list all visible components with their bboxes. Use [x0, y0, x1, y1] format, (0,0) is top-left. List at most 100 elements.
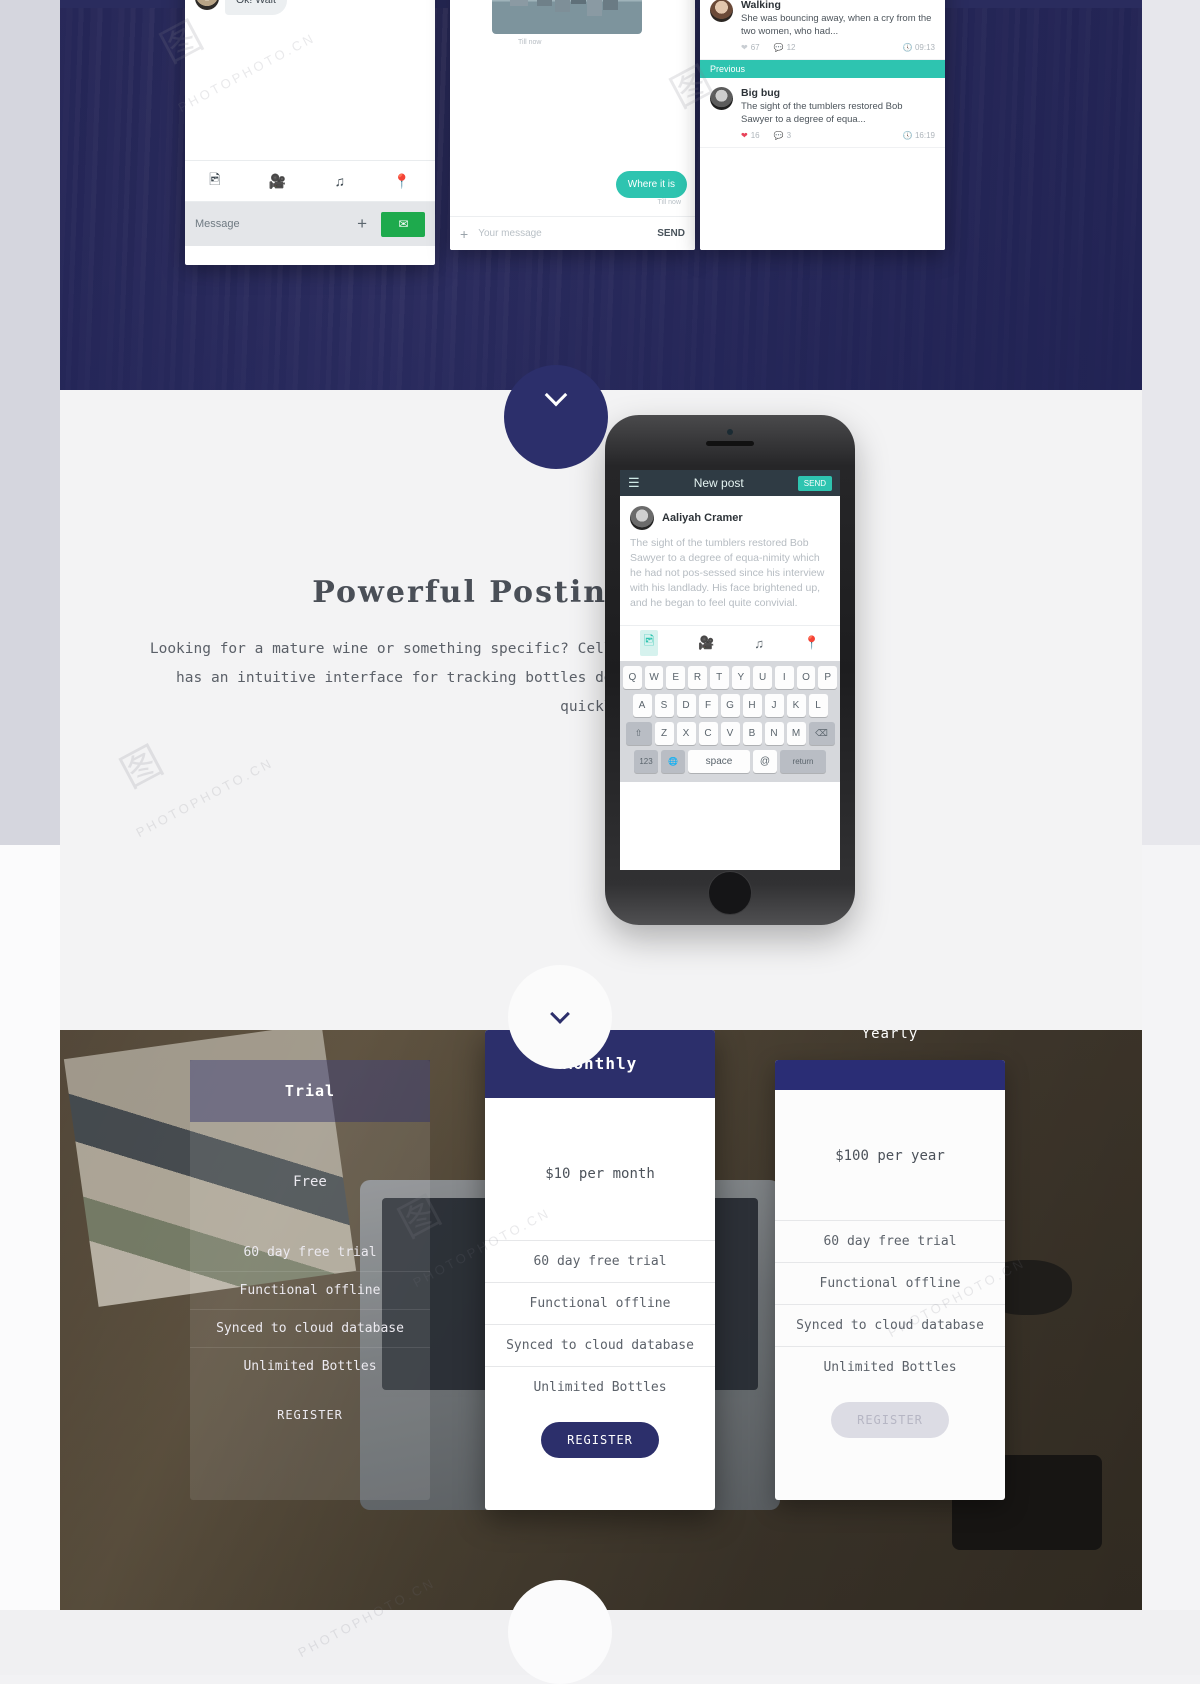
key-t[interactable]: T — [709, 665, 729, 689]
return-key[interactable]: return — [780, 749, 826, 773]
key-p[interactable]: P — [818, 665, 838, 689]
hamburger-icon[interactable]: ☰ — [628, 475, 640, 491]
scroll-down-button-hero[interactable] — [504, 365, 608, 469]
scroll-down-button-footer[interactable] — [508, 1580, 612, 1684]
register-button-trial[interactable]: REGISTER — [251, 1397, 369, 1433]
chat-middle-read-stamp-bottom: Till now — [657, 199, 681, 206]
keyboard-row-1: Q W E R T Y U I O P — [622, 665, 838, 689]
hero-section: Awesome! Tell me more! 10 sec ago Ok! Wa… — [60, 0, 1142, 390]
key-x[interactable]: X — [676, 721, 696, 745]
key-c[interactable]: C — [698, 721, 718, 745]
pricing-cards: Trial Free 60 day free trial Functional … — [60, 1030, 1142, 1610]
key-g[interactable]: G — [720, 693, 740, 717]
location-icon[interactable]: 📍 — [393, 173, 410, 190]
key-l[interactable]: L — [808, 693, 828, 717]
plan-feature-list: 60 day free trial Functional offline Syn… — [485, 1240, 715, 1408]
plan-feature: Unlimited Bottles — [533, 1380, 667, 1395]
image-icon[interactable]: 🖻 — [209, 169, 220, 193]
feed-item-title: Walking — [741, 0, 781, 12]
feed-list: Story of my success And she went on plan… — [700, 0, 945, 250]
add-attachment-button[interactable]: + — [460, 226, 468, 242]
backspace-icon[interactable]: ⌫ — [808, 721, 835, 745]
shift-icon[interactable]: ⇧ — [625, 721, 652, 745]
send-button[interactable]: SEND — [797, 475, 832, 491]
pricing-card-yearly[interactable]: Yearly $100 per year 60 day free trial F… — [775, 1030, 1005, 1500]
register-button-yearly[interactable]: REGISTER — [831, 1402, 949, 1438]
chat-bubble-incoming: Ok! Wait — [225, 0, 287, 16]
image-icon[interactable]: 🖻 — [639, 630, 659, 657]
heart-icon: ❤ — [741, 131, 748, 141]
key-j[interactable]: J — [764, 693, 784, 717]
chat-bubble-row: Ok! Wait — [195, 0, 425, 16]
plan-header-band — [775, 1060, 1005, 1090]
keyboard-row-3: ⇧ Z X C V B N M ⌫ — [623, 721, 837, 745]
like-count[interactable]: ❤ 16 — [741, 131, 760, 140]
chat-left-input-bar[interactable]: Message + ✉ — [185, 202, 435, 246]
compose-toolbar[interactable]: 🖻 🎥 ♫ 📍 — [620, 624, 840, 661]
pricing-section: Trial Free 60 day free trial Functional … — [60, 1030, 1142, 1610]
key-m[interactable]: M — [786, 721, 806, 745]
key-f[interactable]: F — [698, 693, 718, 717]
chat-timestamp: Till now — [518, 39, 542, 47]
key-e[interactable]: E — [666, 665, 686, 689]
man-avatar — [710, 87, 733, 111]
comment-icon: 💬 — [773, 43, 784, 53]
key-z[interactable]: Z — [654, 721, 674, 745]
film-icon[interactable]: 🎥 — [269, 173, 286, 190]
send-mail-icon[interactable]: ✉ — [381, 211, 425, 237]
add-attachment-button[interactable]: + — [357, 214, 367, 234]
key-h[interactable]: H — [742, 693, 762, 717]
like-count[interactable]: ❤ 67 — [741, 43, 760, 52]
numeric-key[interactable]: 123 — [634, 749, 658, 773]
post-text-input[interactable]: The sight of the tumblers restored Bob S… — [620, 536, 840, 611]
home-button[interactable] — [708, 871, 752, 915]
plan-price: $10 per month — [545, 1166, 655, 1182]
key-o[interactable]: O — [796, 665, 816, 689]
key-b[interactable]: B — [742, 721, 762, 745]
plan-name: Yearly — [861, 1030, 919, 1042]
feed-item-time-value: 16:19 — [914, 131, 935, 141]
chat-left-toolbar[interactable]: 🖻 🎥 ♫ 📍 — [185, 160, 435, 202]
music-icon[interactable]: ♫ — [754, 636, 764, 651]
key-w[interactable]: W — [644, 665, 664, 689]
key-a[interactable]: A — [632, 693, 652, 717]
film-icon[interactable]: 🎥 — [698, 635, 714, 651]
location-icon[interactable]: 📍 — [804, 635, 820, 651]
key-k[interactable]: K — [786, 693, 806, 717]
comment-count[interactable]: 💬 3 — [774, 131, 791, 140]
comment-count[interactable]: 💬 12 — [774, 43, 796, 52]
plan-feature: 60 day free trial — [485, 1240, 715, 1283]
plan-feature: 60 day free trial — [190, 1234, 430, 1272]
key-i[interactable]: I — [774, 665, 794, 689]
message-input[interactable]: Your message — [478, 228, 657, 239]
pricing-card-monthly[interactable]: Monthly $10 per month 60 day free trial … — [485, 1030, 715, 1510]
at-key[interactable]: @ — [753, 749, 777, 773]
pricing-card-trial[interactable]: Trial Free 60 day free trial Functional … — [190, 1060, 430, 1500]
key-u[interactable]: U — [753, 665, 772, 689]
key-y[interactable]: Y — [731, 665, 751, 689]
key-d[interactable]: D — [676, 693, 696, 717]
send-button[interactable]: SEND — [657, 228, 685, 239]
scroll-down-button-posting[interactable] — [508, 965, 612, 1069]
key-r[interactable]: R — [688, 665, 707, 689]
key-v[interactable]: V — [720, 721, 740, 745]
plan-name: Trial — [190, 1060, 430, 1122]
register-button-monthly[interactable]: REGISTER — [541, 1422, 659, 1458]
feed-item-title: Big bug — [741, 87, 781, 100]
space-key[interactable]: space — [688, 749, 750, 773]
on-screen-keyboard[interactable]: Q W E R T Y U I O P A S D F G H J K L ⇧ … — [620, 660, 840, 782]
music-icon[interactable]: ♫ — [335, 173, 346, 189]
chat-middle-input-bar[interactable]: + Your message SEND — [450, 216, 695, 250]
key-s[interactable]: S — [654, 693, 674, 717]
key-q[interactable]: Q — [622, 665, 642, 689]
plan-feature-list: 60 day free trial Functional offline Syn… — [775, 1220, 1005, 1388]
message-input[interactable]: Message — [195, 218, 357, 230]
comment-count-value: 12 — [786, 43, 796, 53]
post-author-name: Aaliyah Cramer — [662, 512, 743, 524]
list-item[interactable]: Walking She was bouncing away, when a cr… — [700, 0, 945, 61]
key-n[interactable]: N — [764, 721, 784, 745]
globe-icon[interactable]: 🌐 — [661, 749, 685, 773]
list-item[interactable]: Big bug The sight of the tumblers restor… — [700, 78, 945, 149]
chat-screenshot-middle: 10 sec ago Ok! Wait Till now Where it is… — [450, 0, 695, 250]
chat-left-body: Awesome! Tell me more! 10 sec ago Ok! Wa… — [185, 0, 435, 160]
